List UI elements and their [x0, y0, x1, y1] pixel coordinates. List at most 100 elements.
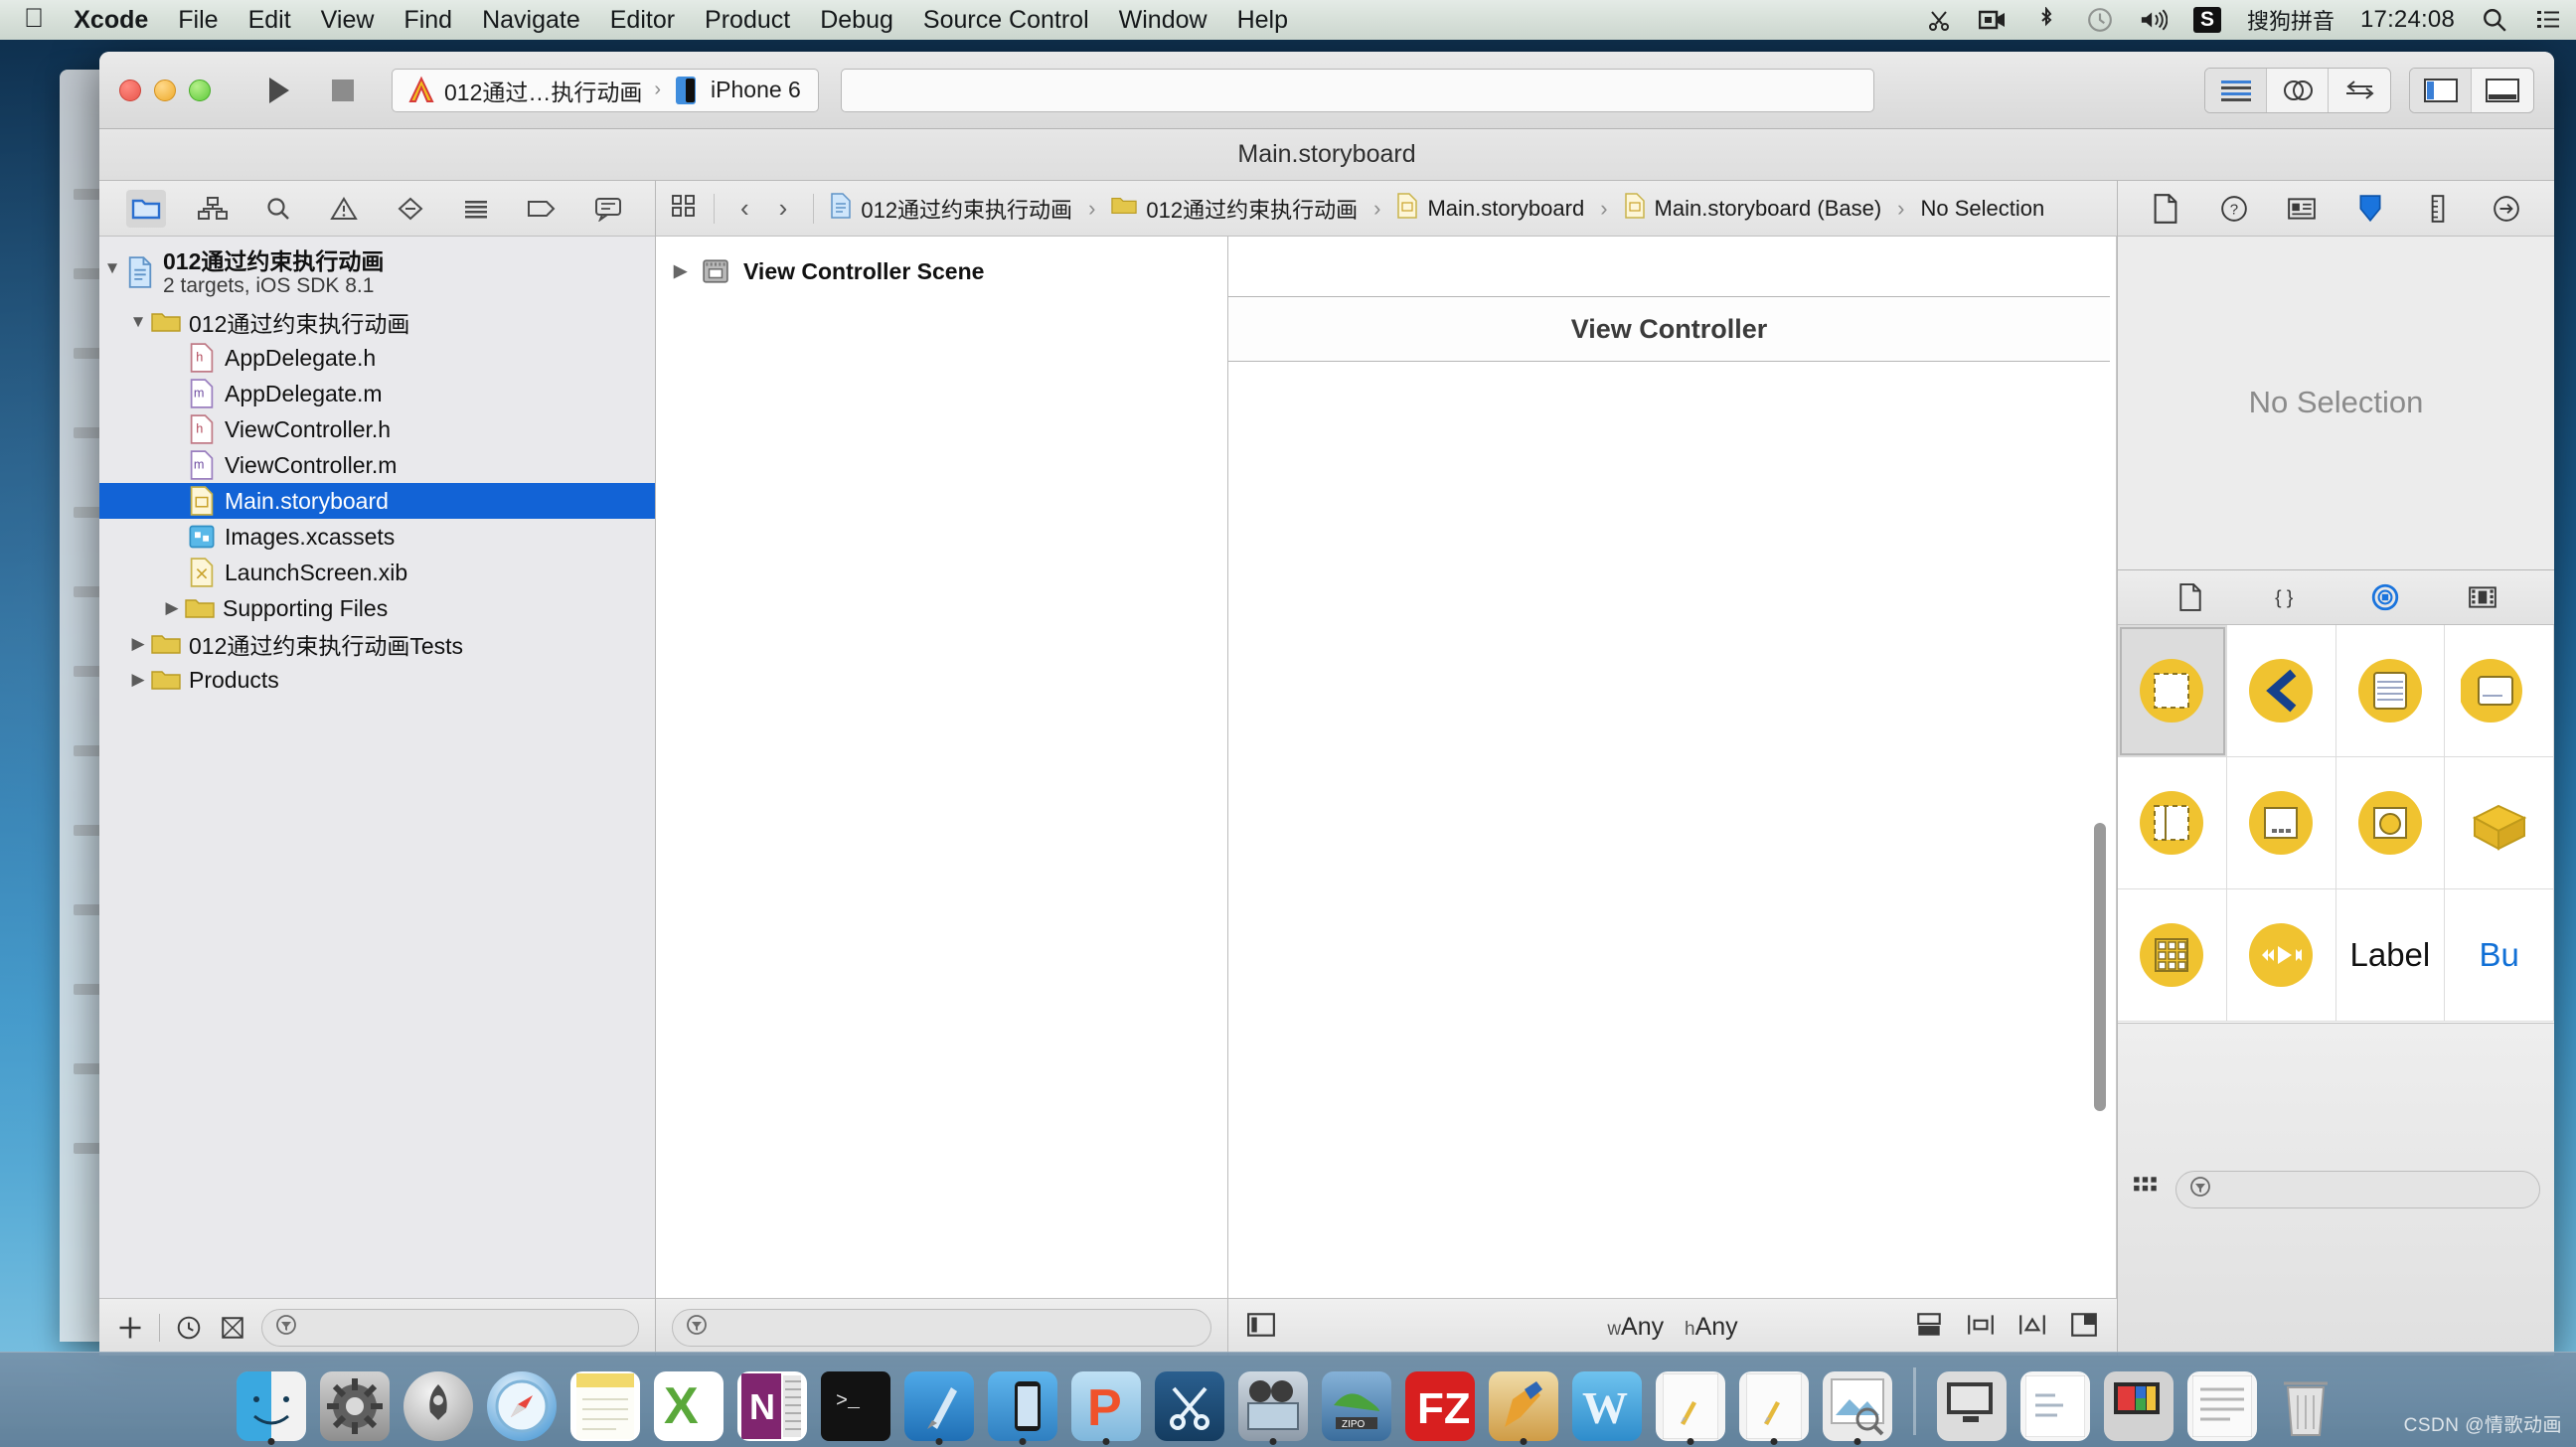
library-item-table-view[interactable]	[2335, 624, 2446, 757]
dock-item-xcode[interactable]	[901, 1366, 977, 1445]
tree-row-viewcontroller-m[interactable]: m ViewController.m	[99, 447, 655, 483]
navigator-toggle-icon[interactable]	[2410, 68, 2472, 112]
input-method-label[interactable]: 搜狗拼音	[2247, 4, 2334, 36]
dock-item-pycharm[interactable]: P	[1068, 1366, 1144, 1445]
symbol-navigator-icon[interactable]	[193, 190, 233, 228]
size-class-indicator[interactable]: wAny hAny	[1228, 1313, 2117, 1342]
test-navigator-icon[interactable]	[391, 190, 430, 228]
breakpoint-navigator-icon[interactable]	[522, 190, 562, 228]
code-snippet-library-icon[interactable]: { }	[2268, 579, 2308, 615]
menu-item-help[interactable]: Help	[1237, 6, 1288, 35]
version-editor-icon[interactable]	[2329, 69, 2390, 112]
object-library-icon[interactable]	[2365, 579, 2405, 615]
menu-item-product[interactable]: Product	[705, 6, 790, 35]
outline-row-view-controller-scene[interactable]: ▶ View Controller Scene	[656, 252, 1227, 290]
media-library-icon[interactable]	[2463, 579, 2502, 615]
project-navigator-tree[interactable]: ▼ 012通过约束执行动画 2 targets, iOS SDK 8.1 ▼ 0…	[99, 237, 655, 1298]
volume-icon[interactable]	[2140, 7, 2168, 33]
scene-body[interactable]	[1228, 362, 2110, 1298]
scissors-icon[interactable]	[1925, 7, 1953, 33]
scheme-selector[interactable]: 012通过…执行动画 › iPhone 6	[392, 68, 819, 112]
run-button[interactable]	[244, 68, 310, 113]
dock-item-word[interactable]: W	[1569, 1366, 1645, 1441]
library-item-button[interactable]: Bu	[2445, 889, 2554, 1023]
tree-row-project[interactable]: ▼ 012通过约束执行动画 2 targets, iOS SDK 8.1	[99, 246, 655, 304]
library-item-container[interactable]	[2445, 756, 2554, 890]
disclosure-triangle[interactable]: ▶	[674, 261, 702, 281]
stop-button[interactable]	[310, 68, 376, 113]
navigator-filter-field[interactable]	[261, 1308, 639, 1347]
library-item-view[interactable]	[2118, 624, 2227, 757]
standard-editor-icon[interactable]	[2205, 68, 2267, 112]
breadcrumb-group[interactable]: 012通过约束执行动画	[1111, 193, 1358, 225]
dock-item-terminal[interactable]: >_	[818, 1366, 893, 1441]
library-item-label[interactable]: Label	[2335, 889, 2446, 1023]
attributes-inspector-icon[interactable]	[2350, 190, 2390, 228]
dock-item-finder[interactable]	[234, 1366, 309, 1445]
library-item-split-view[interactable]	[2118, 756, 2227, 890]
dock-item-trash[interactable]	[2268, 1366, 2343, 1441]
dock-item-xcode-alt2[interactable]	[1736, 1366, 1812, 1445]
menu-item-view[interactable]: View	[321, 6, 375, 35]
file-template-library-icon[interactable]	[2171, 579, 2210, 615]
issue-navigator-icon[interactable]	[324, 190, 364, 228]
breadcrumb-selection[interactable]: No Selection	[1921, 196, 2045, 222]
tree-row-viewcontroller-h[interactable]: h ViewController.h	[99, 411, 655, 447]
report-navigator-icon[interactable]	[588, 190, 628, 228]
dock-stack-downloads[interactable]	[2184, 1366, 2260, 1441]
time-machine-icon[interactable]	[2086, 7, 2114, 33]
library-item-player-controls[interactable]	[2226, 889, 2336, 1023]
storyboard-canvas[interactable]: View Controller	[1228, 237, 2117, 1298]
menu-item-window[interactable]: Window	[1119, 6, 1208, 35]
disclosure-triangle[interactable]: ▼	[99, 258, 125, 278]
document-outline-list[interactable]: ▶ View Controller Scene	[656, 237, 1227, 1298]
library-item-toolbar[interactable]	[2226, 756, 2336, 890]
tree-row-products[interactable]: ▶ Products	[99, 662, 655, 698]
tree-row-supporting-files[interactable]: ▶ Supporting Files	[99, 590, 655, 626]
disclosure-triangle[interactable]: ▶	[159, 598, 185, 618]
input-method-badge[interactable]: S	[2192, 7, 2221, 33]
search-icon[interactable]	[2481, 7, 2508, 33]
recent-clock-icon[interactable]	[174, 1313, 204, 1343]
editor-mode-segmented[interactable]	[2204, 67, 2391, 113]
dock-item-system-preferences[interactable]	[317, 1366, 393, 1441]
dock-item-notes[interactable]	[567, 1366, 643, 1441]
tree-row-group-main[interactable]: ▼ 012通过约束执行动画	[99, 304, 655, 340]
canvas-vertical-scrollbar[interactable]	[2094, 823, 2106, 1111]
library-item-image-view[interactable]	[2335, 756, 2446, 890]
menu-item-debug[interactable]: Debug	[820, 6, 893, 35]
menu-item-edit[interactable]: Edit	[248, 6, 291, 35]
outline-filter-field[interactable]	[672, 1308, 1211, 1347]
tree-row-appdelegate-m[interactable]: m AppDelegate.m	[99, 376, 655, 411]
menu-item-navigate[interactable]: Navigate	[482, 6, 580, 35]
dock-item-simulator[interactable]	[985, 1366, 1060, 1445]
search-navigator-icon[interactable]	[258, 190, 298, 228]
dock-item-excel[interactable]: X	[651, 1366, 726, 1441]
project-navigator-icon[interactable]	[126, 189, 167, 228]
identity-inspector-icon[interactable]	[2282, 190, 2322, 228]
file-inspector-icon[interactable]	[2146, 190, 2185, 228]
related-items-icon[interactable]	[670, 193, 698, 225]
dock-item-launchpad[interactable]	[401, 1366, 476, 1441]
zoom-button[interactable]	[189, 79, 211, 101]
dock-item-movie[interactable]	[1235, 1366, 1311, 1445]
dock-stack-screenshots[interactable]	[2101, 1366, 2176, 1441]
close-button[interactable]	[119, 79, 141, 101]
menu-item-find[interactable]: Find	[403, 6, 452, 35]
add-plus-icon[interactable]	[115, 1313, 145, 1343]
menu-item-file[interactable]: File	[178, 6, 218, 35]
dock-item-preview[interactable]	[1820, 1366, 1895, 1445]
menu-item-xcode[interactable]: Xcode	[74, 6, 148, 35]
object-library-grid[interactable]: Label Bu	[2118, 624, 2554, 1023]
size-inspector-icon[interactable]	[2418, 190, 2458, 228]
bluetooth-icon[interactable]	[2032, 7, 2060, 33]
library-item-collection-view[interactable]	[2118, 889, 2227, 1023]
dock-stack-documents[interactable]	[2017, 1366, 2093, 1441]
connections-inspector-icon[interactable]	[2487, 190, 2526, 228]
dock-item-xcode-alt[interactable]	[1653, 1366, 1728, 1445]
breadcrumb-storyboard-base[interactable]: Main.storyboard (Base)	[1624, 192, 1881, 225]
dock-item-filezilla[interactable]: FZ	[1402, 1366, 1478, 1441]
disclosure-triangle[interactable]: ▼	[125, 312, 151, 332]
disclosure-triangle[interactable]: ▶	[125, 670, 151, 690]
menu-item-editor[interactable]: Editor	[610, 6, 675, 35]
